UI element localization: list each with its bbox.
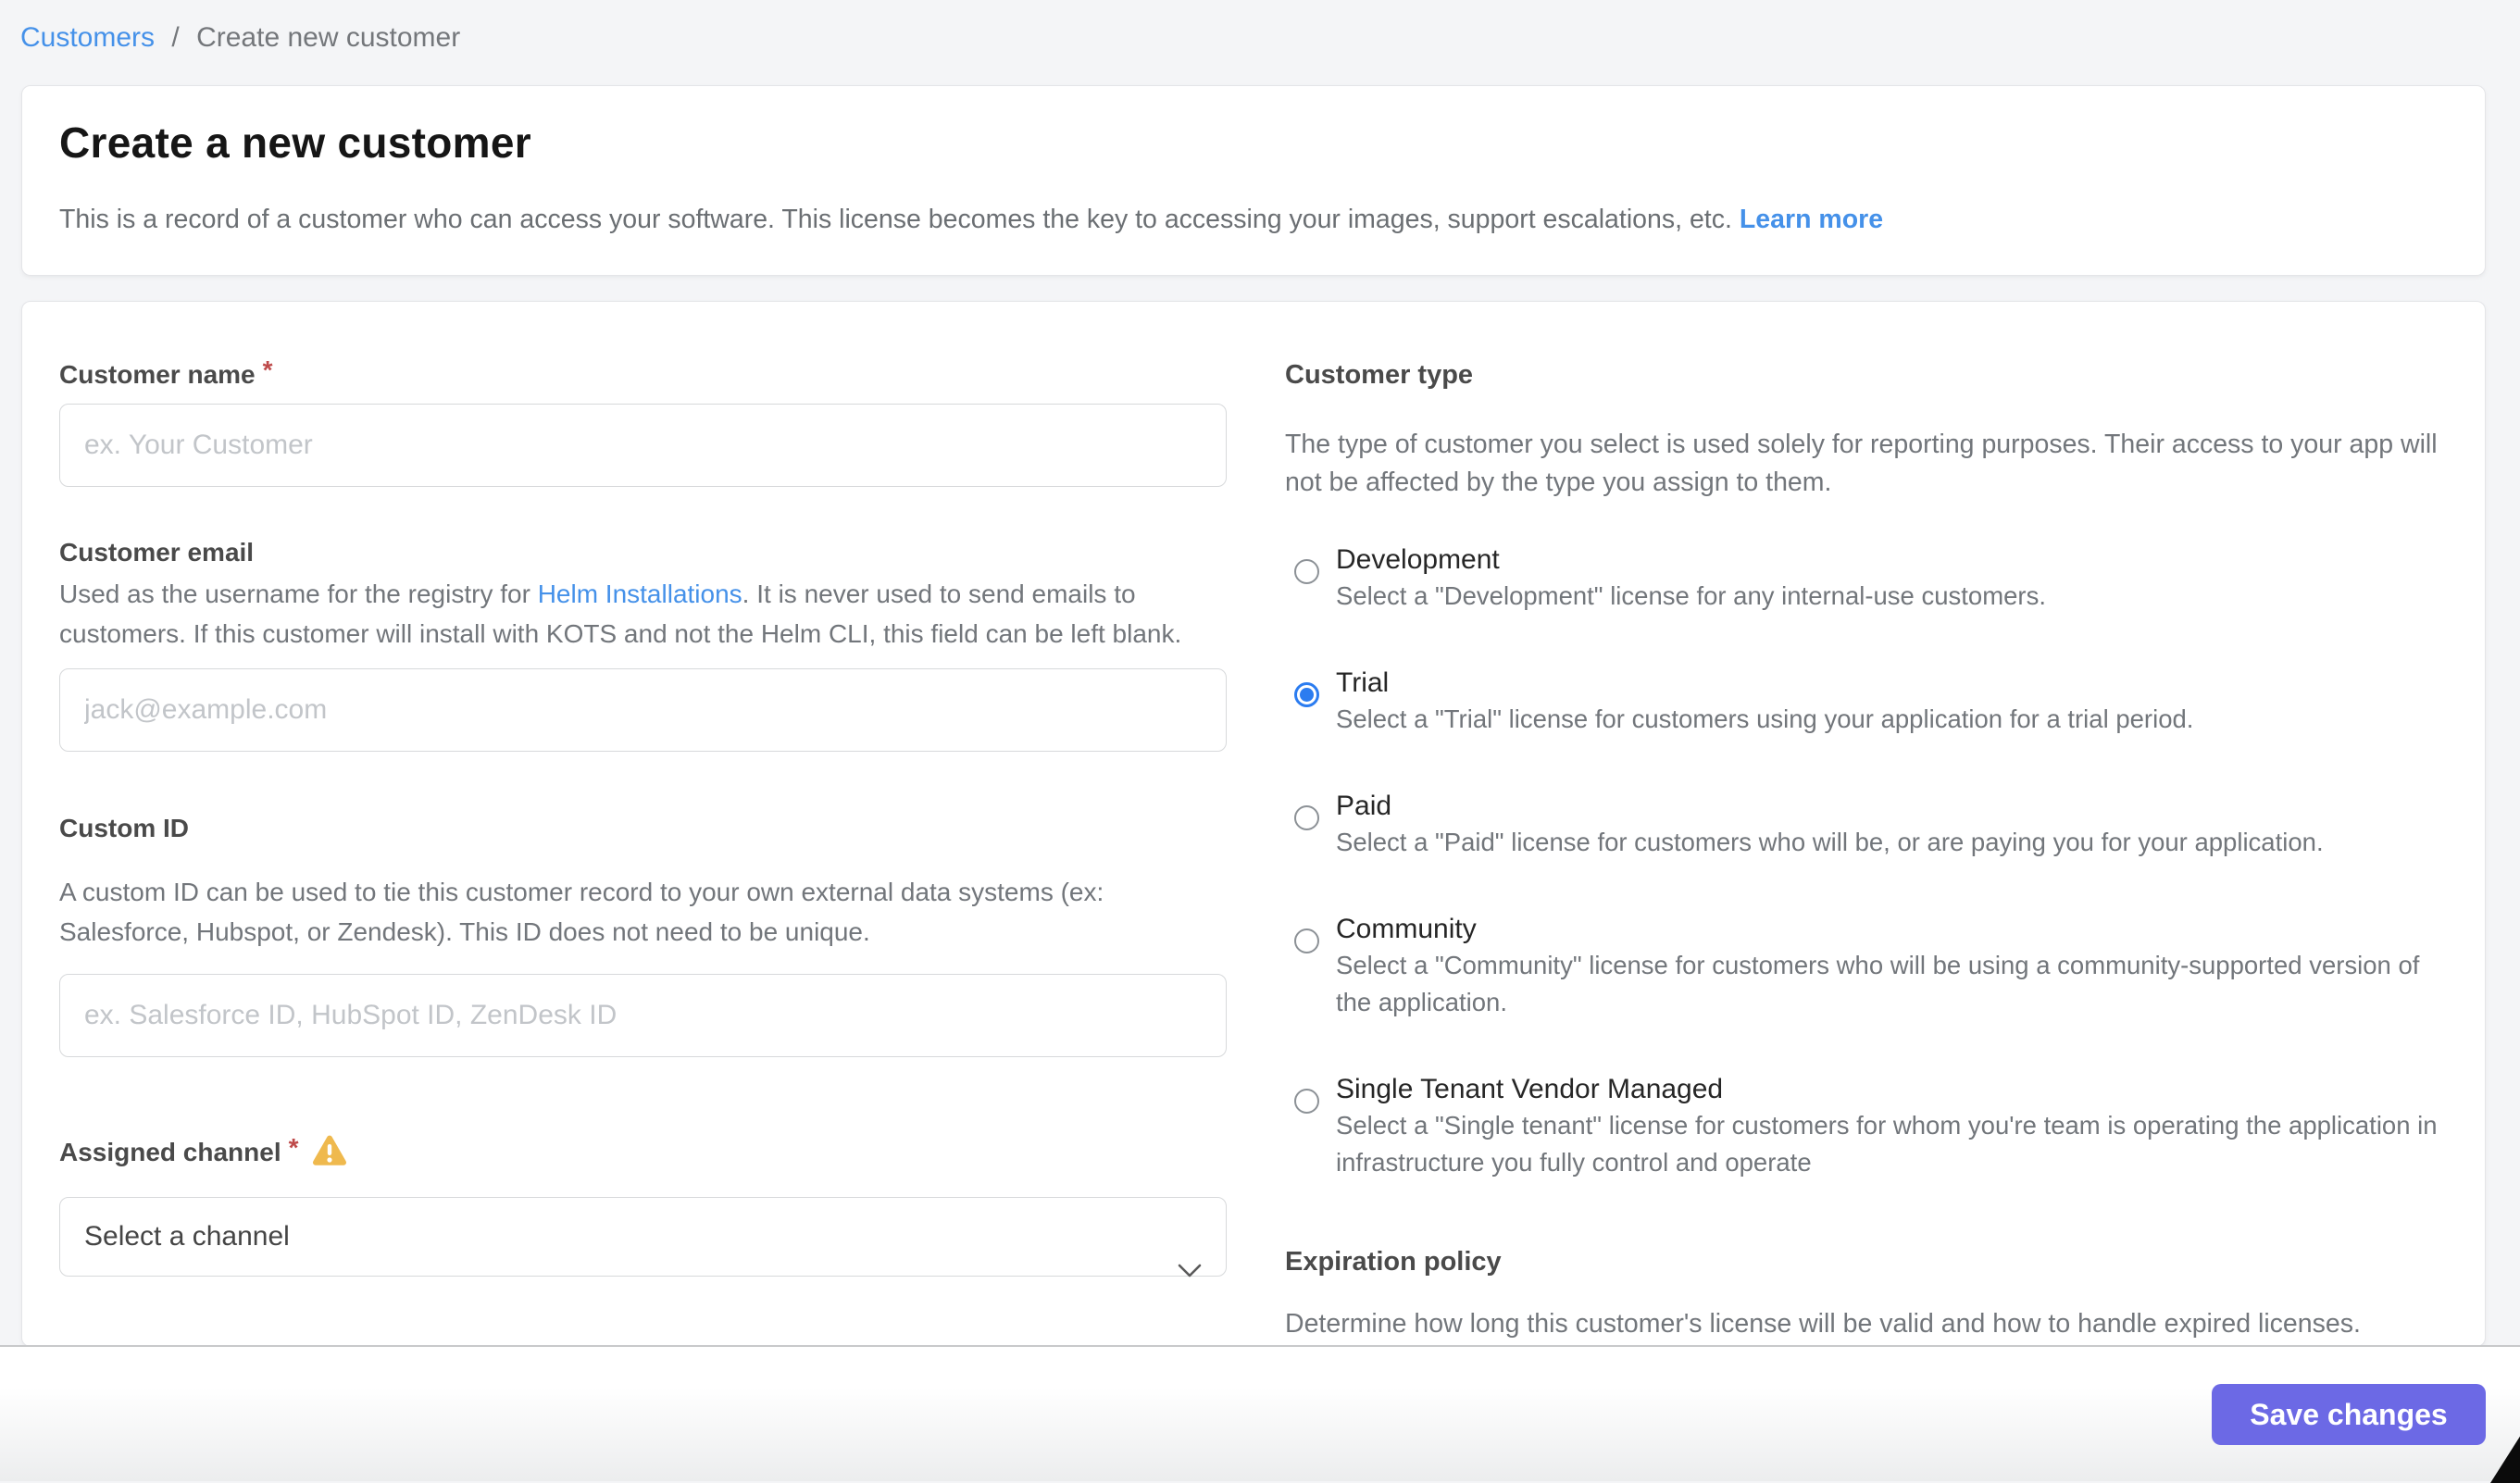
assigned-channel-group: Assigned channel * Select a channel [59, 1135, 1227, 1277]
assigned-channel-label-text: Assigned channel [59, 1138, 281, 1166]
option-label-development[interactable]: Development [1336, 542, 2046, 578]
warning-triangle-icon [312, 1135, 347, 1175]
form-footer-bar: Save changes [0, 1345, 2520, 1481]
custom-id-group: Custom ID A custom ID can be used to tie… [59, 813, 1227, 1057]
expiration-policy-heading: Expiration policy [1285, 1246, 2447, 1277]
customer-email-group: Customer email Used as the username for … [59, 537, 1227, 752]
customer-name-label-text: Customer name [59, 360, 256, 389]
expiration-policy-description: Determine how long this customer's licen… [1285, 1305, 2447, 1343]
header-card: Create a new customer This is a record o… [21, 85, 2486, 276]
assigned-channel-value: Select a channel [84, 1221, 290, 1252]
option-description-paid: Select a "Paid" license for customers wh… [1336, 824, 2324, 861]
custom-id-label: Custom ID [59, 813, 1227, 844]
form-card: Customer name* Customer email Used as th… [21, 301, 2486, 1347]
assigned-channel-label: Assigned channel * [59, 1135, 1227, 1175]
customer-type-option-paid: Paid Select a "Paid" license for custome… [1285, 789, 2447, 861]
customer-email-help: Used as the username for the registry fo… [59, 574, 1227, 654]
customer-email-input[interactable] [59, 668, 1227, 752]
option-description-single-tenant: Select a "Single tenant" license for cus… [1336, 1107, 2447, 1181]
breadcrumb-customers-link[interactable]: Customers [20, 22, 155, 53]
email-help-before: Used as the username for the registry fo… [59, 579, 538, 608]
required-asterisk: * [263, 355, 273, 384]
custom-id-input[interactable] [59, 974, 1227, 1057]
page-title: Create a new customer [59, 118, 2448, 168]
page-description: This is a record of a customer who can a… [59, 205, 1732, 234]
option-label-paid[interactable]: Paid [1336, 789, 2324, 824]
option-label-community[interactable]: Community [1336, 912, 2447, 947]
radio-paid[interactable] [1294, 805, 1319, 830]
option-label-single-tenant[interactable]: Single Tenant Vendor Managed [1336, 1072, 2447, 1107]
customer-name-label: Customer name* [59, 359, 1227, 391]
customer-type-option-community: Community Select a "Community" license f… [1285, 912, 2447, 1021]
option-description-development: Select a "Development" license for any i… [1336, 578, 2046, 615]
required-asterisk: * [289, 1133, 299, 1162]
customer-type-option-single-tenant: Single Tenant Vendor Managed Select a "S… [1285, 1072, 2447, 1181]
form-right-column: Customer type The type of customer you s… [1285, 359, 2447, 1346]
customer-type-option-trial: Trial Select a "Trial" license for custo… [1285, 666, 2447, 738]
option-description-trial: Select a "Trial" license for customers u… [1336, 701, 2193, 738]
customer-type-heading: Customer type [1285, 359, 2447, 391]
customer-name-input[interactable] [59, 404, 1227, 487]
learn-more-link[interactable]: Learn more [1740, 205, 1883, 234]
breadcrumb-separator: / [171, 22, 179, 53]
mouse-cursor [2485, 1431, 2520, 1483]
customer-type-description: The type of customer you select is used … [1285, 426, 2447, 502]
breadcrumb: Customers / Create new customer [20, 22, 460, 54]
customer-email-label: Customer email [59, 537, 1227, 568]
assigned-channel-select[interactable]: Select a channel [59, 1197, 1227, 1277]
helm-installations-link[interactable]: Helm Installations [538, 579, 742, 608]
option-description-community: Select a "Community" license for custome… [1336, 947, 2447, 1021]
radio-trial[interactable] [1294, 682, 1319, 707]
customer-type-option-development: Development Select a "Development" licen… [1285, 542, 2447, 615]
radio-community[interactable] [1294, 928, 1319, 953]
radio-single-tenant[interactable] [1294, 1089, 1319, 1114]
customer-name-group: Customer name* [59, 359, 1227, 487]
chevron-down-icon [1178, 1231, 1202, 1308]
save-changes-button[interactable]: Save changes [2212, 1384, 2486, 1445]
radio-development[interactable] [1294, 559, 1319, 584]
option-label-trial[interactable]: Trial [1336, 666, 2193, 701]
custom-id-help: A custom ID can be used to tie this cust… [59, 872, 1227, 952]
form-left-column: Customer name* Customer email Used as th… [59, 359, 1227, 1346]
breadcrumb-current: Create new customer [196, 22, 460, 53]
